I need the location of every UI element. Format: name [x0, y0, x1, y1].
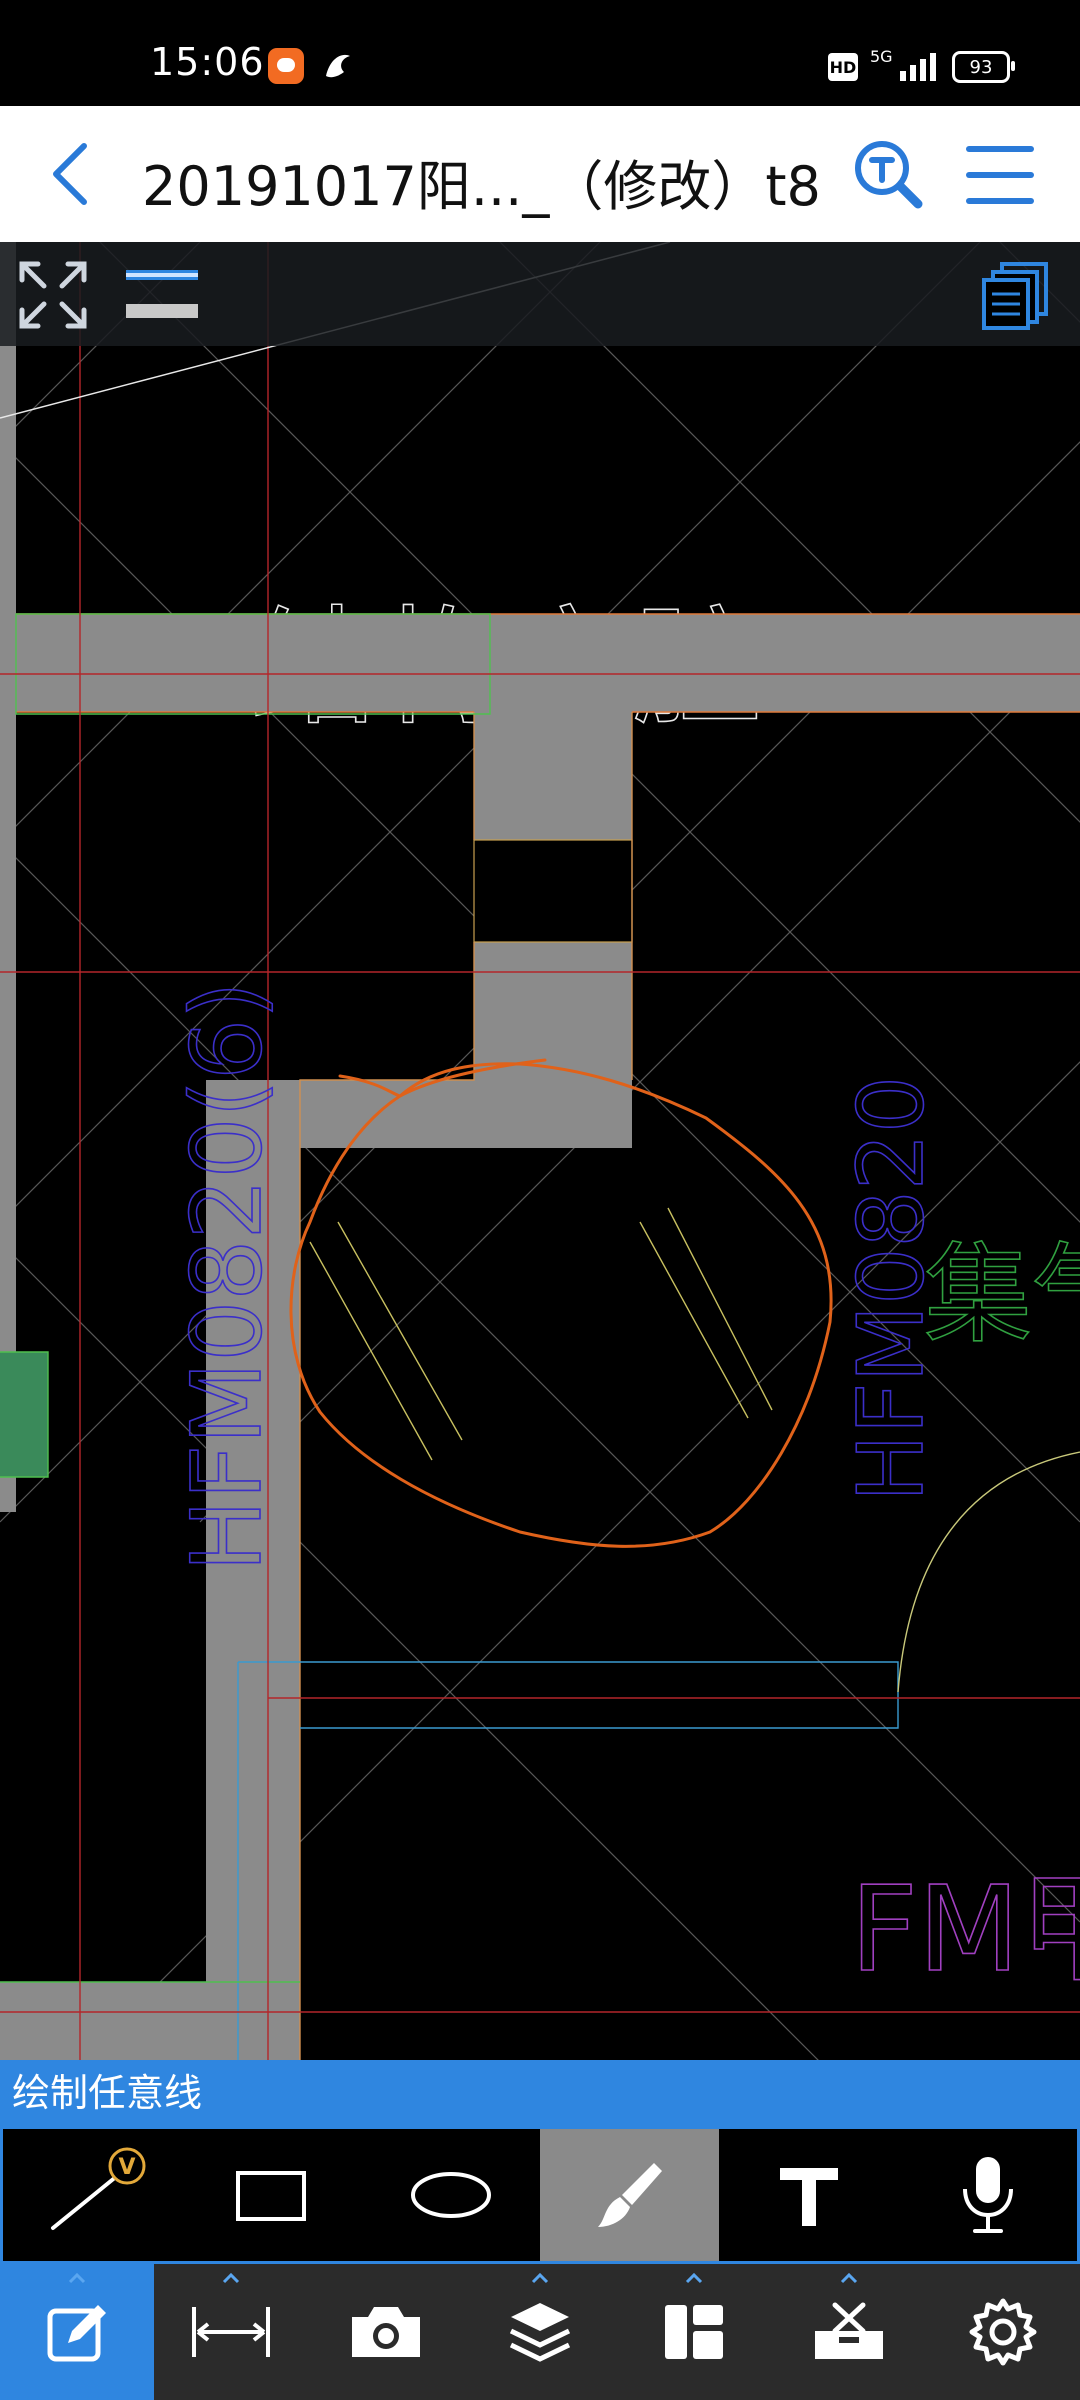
signal-icon: 5G	[870, 47, 940, 83]
expand-icon	[19, 261, 87, 329]
text-tool[interactable]	[719, 2129, 898, 2261]
nav-layout[interactable]	[617, 2264, 771, 2400]
chevron-up-icon	[223, 2272, 240, 2284]
layer-toggle-button[interactable]	[124, 264, 200, 324]
ellipse-tool[interactable]	[361, 2129, 540, 2261]
app-notification-icon	[268, 48, 304, 84]
text-t-icon	[779, 2168, 838, 2226]
nav-tools[interactable]	[771, 2264, 925, 2400]
battery-icon: 93	[952, 51, 1015, 83]
chevron-up-icon	[840, 2272, 857, 2284]
brush-icon	[597, 2163, 662, 2227]
camera-icon	[351, 2307, 420, 2357]
gear-icon	[969, 2298, 1037, 2366]
chevron-up-icon	[69, 2272, 86, 2284]
browser-notification-icon	[322, 48, 354, 82]
chevron-left-icon	[53, 143, 87, 205]
freehand-tool[interactable]	[540, 2129, 719, 2261]
line-icon: V	[50, 2147, 145, 2230]
fullscreen-button[interactable]	[16, 258, 90, 332]
room-label: 集气室	[924, 1233, 1080, 1358]
hamburger-menu-icon	[966, 146, 1034, 204]
door-label-left: HFM0820(6)	[171, 981, 283, 1572]
cad-drawing: 结构空腔	[0, 242, 1080, 2060]
text-search-icon	[855, 141, 923, 209]
toolbox-icon	[814, 2302, 883, 2359]
nav-measure[interactable]	[154, 2264, 308, 2400]
chevron-up-icon	[531, 2272, 549, 2284]
vip-badge: V	[118, 2155, 135, 2180]
bottom-nav	[0, 2264, 1080, 2400]
rectangle-tool[interactable]	[182, 2129, 361, 2261]
draw-mode-label: 绘制任意线	[0, 2060, 1080, 2126]
nav-settings[interactable]	[926, 2264, 1080, 2400]
edit-note-icon	[47, 2305, 107, 2362]
voice-tool[interactable]	[898, 2129, 1077, 2261]
nav-annotate[interactable]	[0, 2264, 155, 2400]
pages-icon	[982, 262, 1048, 330]
ellipse-icon	[410, 2172, 491, 2218]
status-bar: 15:06 HD 5G 93	[0, 0, 1080, 106]
measure-icon	[192, 2307, 271, 2357]
drawing-canvas[interactable]: 结构空腔	[0, 242, 1080, 2060]
status-time: 15:06	[150, 40, 265, 84]
menu-button[interactable]	[962, 140, 1038, 210]
rectangle-icon	[235, 2171, 306, 2221]
status-indicators: HD 5G 93	[828, 47, 1015, 84]
text-search-button[interactable]	[848, 134, 928, 214]
nav-camera[interactable]	[309, 2264, 463, 2400]
pages-button[interactable]	[980, 260, 1050, 330]
layer-toggle-icon	[126, 270, 198, 318]
layout-icon	[665, 2305, 724, 2359]
chevron-up-icon	[686, 2272, 703, 2284]
hd-icon: HD	[828, 53, 858, 81]
back-button[interactable]	[36, 136, 106, 212]
layers-icon	[509, 2303, 571, 2362]
nav-layers[interactable]	[463, 2264, 617, 2400]
draw-tools-bar: V	[0, 2126, 1080, 2264]
title-bar: 20191017阳..._（修改）t8	[0, 106, 1080, 244]
microphone-icon	[962, 2157, 1013, 2233]
canvas-toolbar	[0, 242, 1080, 346]
document-title: 20191017阳..._（修改）t8	[142, 155, 821, 218]
line-tool[interactable]: V	[3, 2129, 182, 2261]
fm-door-label: FM甲	[850, 1860, 1080, 1998]
